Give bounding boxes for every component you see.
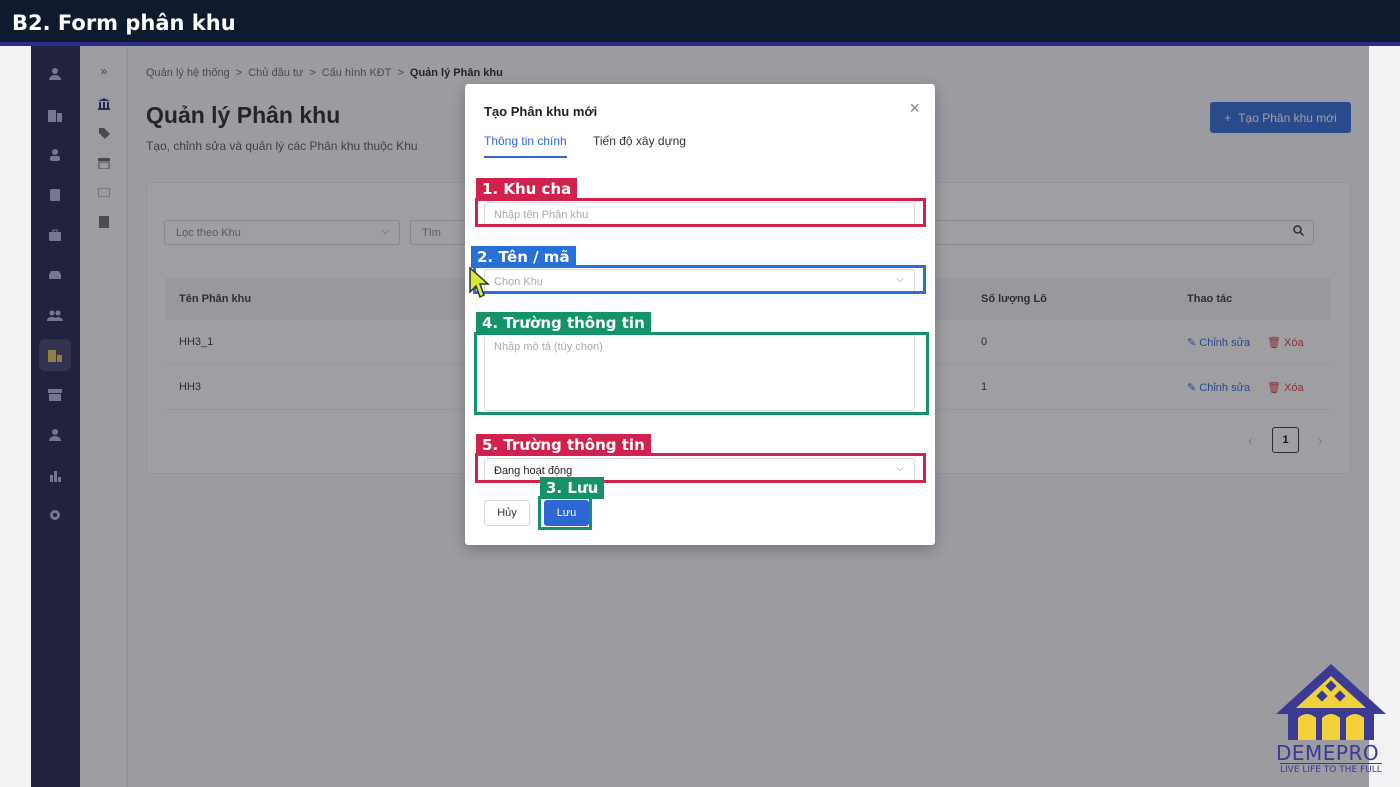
modal-title: Tạo Phân khu mới [484, 104, 598, 119]
tab-main-info[interactable]: Thông tin chính [484, 134, 567, 158]
highlight-box-4 [474, 332, 929, 415]
logo-name: DEMEPRO [1276, 741, 1380, 765]
highlight-box-3 [538, 496, 592, 530]
close-icon[interactable]: × [909, 98, 920, 119]
highlight-box-1 [475, 198, 926, 227]
tutorial-banner: B2. Form phân khu [0, 0, 1400, 42]
mouse-cursor-icon [469, 266, 490, 299]
annotation-label-1: 1. Khu cha [476, 178, 578, 200]
highlight-box-2 [473, 265, 926, 294]
logo-tagline: LIVE LIFE TO THE FULL [1280, 763, 1382, 775]
tab-construction-progress[interactable]: Tiến độ xây dựng [593, 134, 686, 156]
annotation-label-5: 5. Trường thông tin [476, 434, 651, 456]
app-screen: » Quản lý hệ thống > Chủ đầu tư > Cấu hình K… [31, 46, 1369, 787]
annotation-label-2: 2. Tên / mã [471, 246, 576, 268]
annotation-label-3: 3. Lưu [540, 477, 605, 499]
annotation-label-4: 4. Trường thông tin [476, 312, 651, 334]
cancel-button[interactable]: Hủy [484, 500, 530, 526]
